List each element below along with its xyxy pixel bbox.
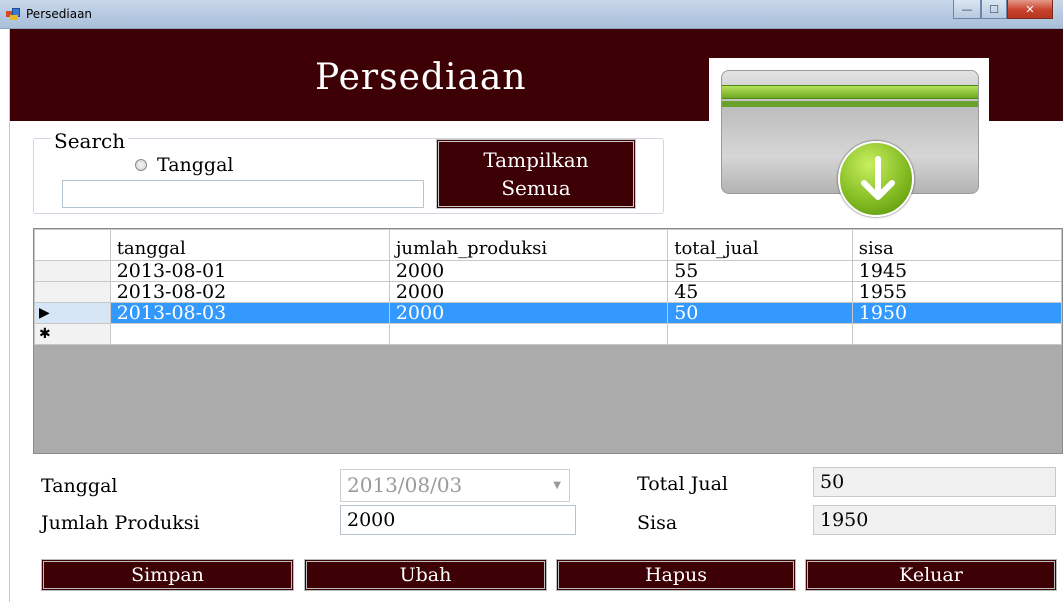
tanggal-label: Tanggal bbox=[41, 475, 118, 497]
new-row[interactable]: ✱ bbox=[34, 323, 1062, 345]
cell-tanggal[interactable] bbox=[109, 323, 390, 345]
cell-jumlah-produksi[interactable] bbox=[388, 323, 669, 345]
jumlah-produksi-label: Jumlah Produksi bbox=[41, 512, 200, 534]
table-row[interactable]: 2013-08-02 2000 45 1955 bbox=[34, 281, 1062, 303]
download-folder-icon bbox=[709, 58, 989, 217]
cell-sisa[interactable] bbox=[851, 323, 1062, 345]
cell-total-jual[interactable]: 55 bbox=[667, 260, 853, 282]
cell-total-jual[interactable]: 45 bbox=[667, 281, 853, 303]
sisa-label: Sisa bbox=[637, 512, 678, 534]
chevron-down-icon[interactable]: ▼ bbox=[553, 470, 561, 501]
tanggal-radio-option[interactable]: Tanggal bbox=[135, 154, 234, 176]
cell-total-jual[interactable]: 50 bbox=[667, 302, 853, 324]
download-arrow-icon bbox=[838, 141, 914, 217]
grid-header-row: tanggal jumlah_produksi total_jual sisa bbox=[34, 229, 1062, 261]
maximize-button[interactable]: ☐ bbox=[981, 0, 1007, 19]
current-row-arrow-icon[interactable]: ▶ bbox=[34, 302, 111, 324]
show-all-button[interactable]: Tampilkan Semua bbox=[436, 139, 636, 209]
window-frame bbox=[0, 29, 10, 602]
row-header[interactable] bbox=[34, 260, 111, 282]
cell-sisa[interactable]: 1945 bbox=[851, 260, 1062, 282]
column-header-total-jual[interactable]: total_jual bbox=[667, 229, 853, 261]
cell-jumlah-produksi[interactable]: 2000 bbox=[388, 281, 669, 303]
cell-sisa[interactable]: 1955 bbox=[851, 281, 1062, 303]
inventory-data-grid[interactable]: tanggal jumlah_produksi total_jual sisa … bbox=[33, 228, 1063, 454]
window-controls: — ☐ ✕ bbox=[953, 0, 1053, 20]
close-button[interactable]: ✕ bbox=[1007, 0, 1053, 19]
cell-tanggal[interactable]: 2013-08-02 bbox=[109, 281, 390, 303]
search-input[interactable] bbox=[62, 180, 424, 208]
total-jual-label: Total Jual bbox=[637, 473, 728, 495]
tanggal-radio-label[interactable]: Tanggal bbox=[157, 154, 234, 176]
cell-jumlah-produksi[interactable]: 2000 bbox=[388, 260, 669, 282]
total-jual-field[interactable]: 50 bbox=[813, 467, 1056, 497]
ubah-button[interactable]: Ubah bbox=[304, 559, 547, 591]
cell-tanggal[interactable]: 2013-08-03 bbox=[109, 302, 390, 324]
tanggal-date-value: 2013/08/03 bbox=[347, 473, 463, 497]
hapus-button[interactable]: Hapus bbox=[556, 559, 796, 591]
tanggal-date-picker[interactable]: 2013/08/03 ▼ bbox=[340, 469, 570, 502]
column-header-tanggal[interactable]: tanggal bbox=[109, 229, 390, 261]
column-header-jumlah-produksi[interactable]: jumlah_produksi bbox=[388, 229, 669, 261]
new-row-asterisk-icon[interactable]: ✱ bbox=[34, 323, 111, 345]
cell-sisa[interactable]: 1950 bbox=[851, 302, 1062, 324]
table-row[interactable]: 2013-08-01 2000 55 1945 bbox=[34, 260, 1062, 282]
column-header-sisa[interactable]: sisa bbox=[851, 229, 1062, 261]
table-row-selected[interactable]: ▶ 2013-08-03 2000 50 1950 bbox=[34, 302, 1062, 324]
window-app-icon[interactable] bbox=[6, 8, 20, 20]
folder-icon bbox=[721, 70, 979, 217]
cell-jumlah-produksi[interactable]: 2000 bbox=[388, 302, 669, 324]
window-titlebar[interactable]: Persediaan — ☐ ✕ bbox=[0, 0, 1063, 29]
minimize-button[interactable]: — bbox=[953, 0, 981, 19]
cell-total-jual[interactable] bbox=[667, 323, 853, 345]
keluar-button[interactable]: Keluar bbox=[805, 559, 1057, 591]
sisa-field[interactable]: 1950 bbox=[813, 505, 1056, 535]
window-title: Persediaan bbox=[26, 7, 93, 21]
jumlah-produksi-field[interactable]: 2000 bbox=[340, 505, 576, 535]
row-header[interactable] bbox=[34, 281, 111, 303]
search-legend: Search bbox=[51, 129, 129, 153]
grid-corner-header[interactable] bbox=[34, 229, 111, 261]
cell-tanggal[interactable]: 2013-08-01 bbox=[109, 260, 390, 282]
radio-icon[interactable] bbox=[135, 159, 147, 171]
simpan-button[interactable]: Simpan bbox=[41, 559, 294, 591]
